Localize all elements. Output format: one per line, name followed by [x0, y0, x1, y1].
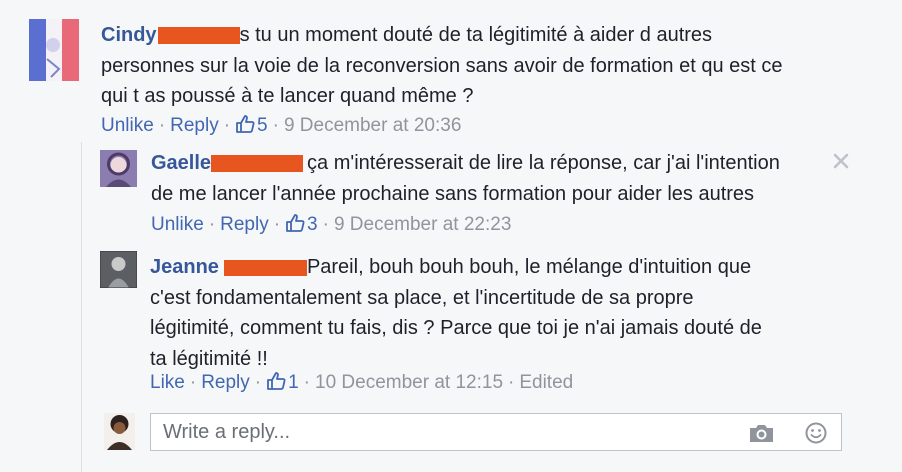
- avatar-image: [104, 413, 135, 450]
- separator: ·: [254, 372, 262, 393]
- separator: ·: [508, 372, 515, 393]
- separator: ·: [158, 115, 166, 136]
- separator: ·: [189, 372, 197, 393]
- comment-text-line: de me lancer l'année prochaine sans form…: [151, 182, 755, 205]
- redacted-surname: [223, 259, 307, 276]
- like-count[interactable]: 3: [285, 214, 318, 235]
- avatar-image: [100, 150, 137, 187]
- like-count-value: 5: [257, 115, 268, 136]
- comment-text-line: Pareil, bouh bouh bouh, le mélange d'int…: [306, 256, 752, 278]
- comment-text-line: légitimité, comment tu fais, dis ? Parce…: [150, 317, 762, 339]
- comment-actions: Unlike · Reply · 3 · 9 December at 22:23: [151, 213, 511, 236]
- comment-body: Gaelle ça m'intéresserait de lire la répo…: [151, 148, 831, 209]
- redacted-surname: [157, 27, 240, 45]
- like-count-value: 3: [307, 214, 318, 235]
- comment-text-line: s tu un moment douté de ta légitimité à …: [239, 24, 713, 46]
- comment-body: Jeanne Pareil, bouh bouh bouh, le mélange…: [150, 252, 840, 374]
- reply-link[interactable]: Reply: [201, 372, 250, 393]
- timestamp[interactable]: 10 December at 12:15: [315, 372, 503, 393]
- author-name[interactable]: Cindy: [101, 24, 157, 46]
- unlike-link[interactable]: Unlike: [101, 115, 154, 136]
- redacted-surname: [211, 155, 304, 173]
- timestamp[interactable]: 9 December at 22:23: [334, 214, 511, 235]
- emoji-icon[interactable]: [805, 422, 827, 444]
- like-link[interactable]: Like: [150, 372, 185, 393]
- comment-actions: Unlike · Reply · 5 · 9 December at 20:36: [101, 114, 461, 137]
- comment-actions: Like · Reply · 1 · 10 December at 12:15 · Edited: [150, 371, 573, 394]
- comment-text-line: ta légitimité !!: [150, 347, 268, 370]
- like-count[interactable]: 1: [266, 372, 299, 393]
- like-count-value: 1: [288, 372, 299, 393]
- author-name[interactable]: Gaelle: [151, 152, 211, 174]
- separator: ·: [273, 214, 281, 235]
- reply-link[interactable]: Reply: [220, 214, 269, 235]
- comment-cindy: Cindy s tu un moment douté de ta légitimi…: [0, 0, 902, 140]
- camera-icon[interactable]: [748, 423, 775, 444]
- like-count[interactable]: 5: [235, 115, 268, 136]
- close-icon[interactable]: [833, 153, 849, 169]
- thumbs-up-icon: [286, 214, 305, 232]
- timestamp[interactable]: 9 December at 20:36: [284, 115, 461, 136]
- avatar-current-user: [104, 413, 135, 450]
- reply-box: [150, 413, 842, 451]
- reply-link[interactable]: Reply: [170, 115, 219, 136]
- separator: ·: [223, 115, 231, 136]
- unlike-link[interactable]: Unlike: [151, 214, 204, 235]
- thumbs-up-icon: [236, 115, 255, 133]
- reply-input[interactable]: [151, 414, 711, 450]
- avatar-gaelle[interactable]: [100, 150, 137, 187]
- avatar-jeanne[interactable]: [100, 251, 137, 288]
- separator: ·: [303, 372, 310, 393]
- separator: ·: [208, 214, 216, 235]
- thumbs-up-icon: [267, 372, 286, 390]
- edited-link[interactable]: Edited: [519, 372, 573, 393]
- comment-body: Cindy s tu un moment douté de ta légitimi…: [101, 20, 861, 112]
- comment-text-line: personnes sur la voie de la reconversion…: [101, 54, 783, 77]
- comment-text-line: c'est fondamentalement sa place, et l'in…: [150, 286, 694, 309]
- separator: ·: [272, 115, 279, 136]
- author-name[interactable]: Jeanne: [150, 256, 219, 278]
- comment-text-line: qui t as poussé à te lancer quand même ?: [101, 85, 474, 107]
- comment-text-line: ça m'intéresserait de lire la réponse, c…: [307, 152, 780, 174]
- separator: ·: [322, 214, 329, 235]
- avatar-image: [29, 19, 79, 81]
- avatar-cindy[interactable]: [29, 19, 79, 81]
- avatar-image: [100, 251, 137, 288]
- thread-line: [81, 142, 82, 472]
